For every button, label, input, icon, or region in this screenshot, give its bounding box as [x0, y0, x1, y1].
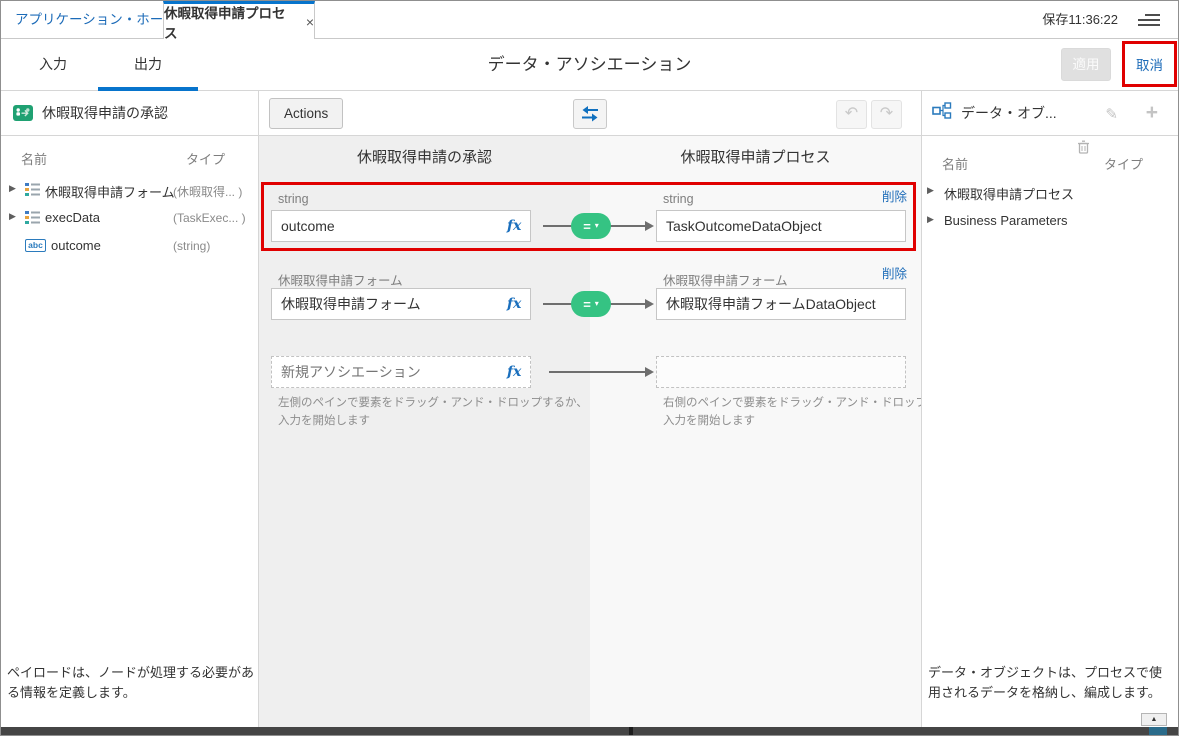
payload-panel-header: 休暇取得申請の承認 — [1, 91, 258, 136]
tree-row-process[interactable]: ▶ 休暇取得申請プロセス — [922, 178, 1179, 207]
association-toolbar: Actions ↶ ↷ — [259, 91, 921, 136]
human-task-icon — [13, 105, 33, 121]
expand-arrow-icon[interactable]: ▶ — [9, 183, 16, 194]
window-bottom-edge — [1, 727, 1178, 735]
column-type-header: タイプ — [186, 149, 225, 168]
payload-panel: 休暇取得申請の承認 名前 タイプ ▶ 休暇取得申請フォーム (休暇取得... ) — [1, 91, 259, 729]
column-name-header: 名前 — [21, 149, 47, 168]
fx-expression-icon[interactable]: fx — [507, 218, 521, 234]
left-drop-hint: 左側のペインで要素をドラッグ・アンド・ドロップするか、入力を開始します — [278, 394, 590, 431]
tree-item-label: outcome — [51, 238, 101, 253]
app-window: アプリケーション・ホーム 休暇取得申請プロセス × 保存11:36:22 データ… — [0, 0, 1179, 736]
tab-output[interactable]: 出力 — [98, 39, 198, 91]
delete-link[interactable]: 削除 — [882, 186, 907, 205]
save-status: 保存11:36:22 — [1042, 1, 1118, 39]
data-objects-column-headers: 名前 タイプ — [922, 136, 1179, 178]
data-objects-header: データ・オブ... ✎ + — [922, 91, 1179, 136]
tab-process-active[interactable]: 休暇取得申請プロセス × — [163, 1, 315, 40]
target-field-input[interactable] — [656, 210, 906, 242]
tree-row-outcome[interactable]: abc outcome (string) — [1, 232, 258, 260]
redo-button[interactable]: ↷ — [871, 100, 902, 129]
source-field-input[interactable] — [271, 210, 531, 242]
tree-row-business-parameters[interactable]: ▶ Business Parameters — [922, 207, 1179, 236]
undo-button[interactable]: ↶ — [836, 100, 867, 129]
source-column-title: 休暇取得申請の承認 — [259, 146, 590, 167]
tree-item-label: execData — [45, 210, 100, 225]
struct-type-icon — [25, 211, 40, 229]
expand-arrow-icon[interactable]: ▶ — [927, 185, 934, 196]
new-association-input[interactable] — [271, 356, 531, 388]
tree-item-type: (TaskExec... ) — [173, 211, 246, 225]
string-type-icon: abc — [25, 239, 46, 252]
source-field-type: string — [278, 192, 309, 206]
swap-button[interactable] — [573, 99, 607, 129]
bottom-edge-tick — [629, 727, 633, 735]
operator-badge[interactable]: = ▾ — [571, 213, 611, 239]
main-content: 休暇取得申請の承認 名前 タイプ ▶ 休暇取得申請フォーム (休暇取得... ) — [1, 91, 1178, 729]
data-objects-panel: データ・オブ... ✎ + 名前 タイプ — [921, 91, 1179, 729]
cancel-highlight-box: 取消 — [1122, 41, 1177, 87]
tab-close-icon[interactable]: × — [306, 15, 314, 29]
tab-application-home[interactable]: アプリケーション・ホーム — [11, 1, 180, 39]
payload-column-headers: 名前 タイプ — [1, 136, 258, 176]
actions-button[interactable]: Actions — [269, 98, 343, 129]
data-objects-body: 名前 タイプ ▶ 休暇取得申請プロセス ▶ Business Parameter… — [922, 136, 1179, 236]
struct-type-icon — [25, 183, 40, 201]
tree-row-form[interactable]: ▶ 休暇取得申請フォーム (休暇取得... ) — [1, 176, 258, 204]
equals-operator: = — [583, 220, 591, 233]
tree-item-label: 休暇取得申請フォーム — [45, 182, 175, 201]
source-field-type: 休暇取得申請フォーム — [278, 270, 403, 289]
target-field-input[interactable] — [656, 288, 906, 320]
tree-item-label: Business Parameters — [944, 213, 1068, 228]
hamburger-menu-icon[interactable] — [1138, 14, 1160, 27]
mapping-area: 休暇取得申請の承認 休暇取得申請プロセス 削除 string fx = ▾ st… — [259, 136, 921, 729]
mapping-arrow — [549, 371, 646, 373]
new-association-target-input[interactable] — [656, 356, 906, 388]
swap-arrows-icon — [581, 106, 599, 122]
fx-expression-icon[interactable]: fx — [507, 296, 521, 312]
operator-badge[interactable]: = ▾ — [571, 291, 611, 317]
target-field-type: 休暇取得申請フォーム — [663, 270, 788, 289]
equals-operator: = — [583, 298, 591, 311]
scroll-up-button[interactable]: ▲ — [1141, 713, 1167, 726]
tree-row-execdata[interactable]: ▶ execData (TaskExec... ) — [1, 204, 258, 232]
edit-pencil-icon[interactable]: ✎ — [1105, 105, 1118, 123]
payload-panel-title: 休暇取得申請の承認 — [42, 103, 168, 123]
target-field-type: string — [663, 192, 694, 206]
caret-down-icon: ▾ — [595, 222, 599, 230]
tab-process-label: 休暇取得申請プロセス — [164, 2, 298, 42]
data-object-icon — [932, 102, 952, 125]
document-tab-bar: アプリケーション・ホーム 休暇取得申請プロセス × 保存11:36:22 — [1, 1, 1178, 39]
column-type-header: タイプ — [1104, 154, 1143, 173]
tree-item-type: (string) — [173, 239, 210, 253]
delete-link[interactable]: 削除 — [882, 263, 907, 282]
add-plus-icon[interactable]: + — [1146, 101, 1158, 125]
target-column-title: 休暇取得申請プロセス — [590, 146, 921, 167]
fx-expression-icon[interactable]: fx — [507, 364, 521, 380]
expand-arrow-icon[interactable]: ▶ — [9, 211, 16, 222]
caret-down-icon: ▾ — [595, 300, 599, 308]
cancel-button[interactable]: 取消 — [1125, 44, 1174, 84]
apply-button[interactable]: 適用 — [1061, 48, 1111, 81]
expand-arrow-icon[interactable]: ▶ — [927, 214, 934, 225]
payload-description: ペイロードは、ノードが処理する必要がある情報を定義します。 — [7, 663, 255, 703]
data-objects-description: データ・オブジェクトは、プロセスで使用されるデータを格納し、編成します。 — [928, 663, 1170, 703]
source-field-input[interactable] — [271, 288, 531, 320]
tree-item-type: (休暇取得... ) — [173, 183, 242, 200]
bottom-edge-segment — [1149, 727, 1167, 735]
column-name-header: 名前 — [942, 154, 968, 173]
editor-header: データ・アソシエーション 入力 出力 適用 取消 — [1, 39, 1178, 91]
data-objects-title: データ・オブ... — [961, 103, 1057, 123]
tree-item-label: 休暇取得申請プロセス — [944, 184, 1074, 203]
association-panel: Actions ↶ ↷ 休暇取得申請の承認 休暇取得申請プロセス 削除 stri… — [259, 91, 921, 729]
tab-input[interactable]: 入力 — [23, 39, 83, 91]
